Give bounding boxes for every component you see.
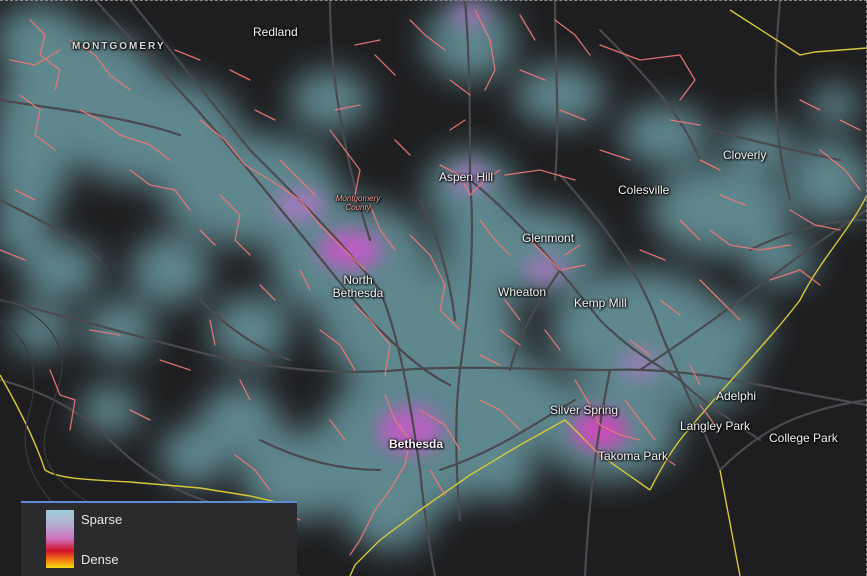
legend-sparse-label: Sparse bbox=[81, 512, 123, 527]
place-label-north-bethesda: North Bethesda bbox=[332, 273, 384, 300]
place-label-silver-spring: Silver Spring bbox=[550, 403, 619, 417]
place-label-cloverly: Cloverly bbox=[723, 148, 767, 162]
place-label-kemp-mill: Kemp Mill bbox=[574, 296, 627, 310]
place-label-glenmont: Glenmont bbox=[522, 231, 575, 245]
roads-layer bbox=[0, 9, 861, 556]
place-label-redland: Redland bbox=[253, 25, 298, 39]
place-label-langley-park: Langley Park bbox=[680, 419, 751, 433]
county-label: MONTGOMERY bbox=[72, 41, 166, 52]
place-label-aspen-hill: Aspen Hill bbox=[439, 170, 494, 184]
place-label-bethesda: Bethesda bbox=[389, 437, 444, 451]
place-label-colesville: Colesville bbox=[618, 183, 670, 197]
place-label-takoma-park: Takoma Park bbox=[598, 449, 669, 463]
legend-dense-label: Dense bbox=[81, 552, 119, 567]
place-label-adelphi: Adelphi bbox=[716, 389, 757, 403]
heatmap-legend: Sparse Dense bbox=[21, 501, 297, 576]
place-label-montgomery-county: Montgomery County bbox=[335, 194, 381, 212]
place-label-wheaton: Wheaton bbox=[498, 285, 547, 299]
density-color-ramp bbox=[46, 510, 74, 568]
map-canvas[interactable]: MONTGOMERY Redland Aspen Hill Montgomery… bbox=[0, 0, 867, 576]
place-label-college-park: College Park bbox=[769, 431, 838, 445]
